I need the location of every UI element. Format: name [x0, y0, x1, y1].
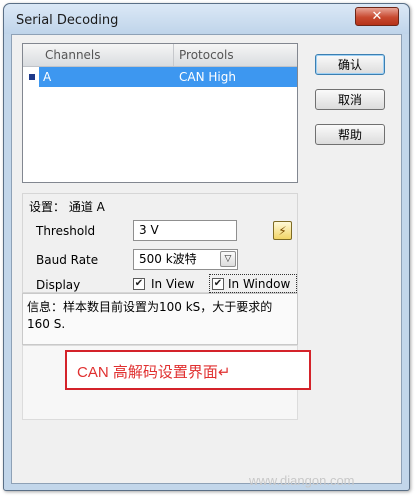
settings-group: 设置： 通道 A Threshold 3 V ⚡ Baud Rate 500 k… [22, 193, 298, 293]
in-window-label: In Window [228, 277, 291, 291]
cell-channel: A [43, 70, 52, 84]
display-label: Display [36, 278, 81, 292]
column-header-channels[interactable]: Channels [45, 48, 101, 62]
table-header: Channels Protocols [23, 44, 297, 67]
close-icon: ✕ [371, 9, 383, 24]
in-window-checkbox[interactable]: ✔ [212, 278, 224, 290]
channels-table[interactable]: Channels Protocols A CAN High [22, 43, 298, 183]
ok-button[interactable]: 确认 [315, 54, 385, 75]
caption-box: CAN 高解码设置界面↵ [65, 350, 311, 390]
info-panel: 信息：样本数目前设置为100 kS，大于要求的160 S. [22, 293, 298, 345]
column-header-protocols[interactable]: Protocols [179, 48, 234, 62]
wand-icon: ⚡ [278, 223, 287, 238]
window-title: Serial Decoding [16, 13, 119, 28]
close-button[interactable]: ✕ [355, 7, 399, 26]
watermark-text: www.diangon.com [249, 473, 355, 488]
chevron-down-icon[interactable]: ▽ [220, 251, 236, 267]
dialog-client-area: Channels Protocols A CAN High 确认 取消 帮助 设… [11, 34, 402, 484]
baud-rate-value: 500 k波特 [139, 252, 197, 266]
baud-rate-label: Baud Rate [36, 253, 99, 267]
column-divider[interactable] [173, 44, 174, 66]
caption-text: CAN 高解码设置界面↵ [77, 364, 231, 381]
threshold-input[interactable]: 3 V [133, 220, 237, 241]
table-row[interactable]: A CAN High [39, 67, 297, 87]
auto-threshold-button[interactable]: ⚡ [273, 221, 292, 240]
baud-rate-select[interactable]: 500 k波特 ▽ [133, 249, 238, 270]
row-indicator-icon [29, 74, 35, 80]
threshold-label: Threshold [36, 224, 96, 238]
help-button[interactable]: 帮助 [315, 124, 385, 145]
title-bar: Serial Decoding ✕ [4, 4, 409, 34]
in-view-label: In View [151, 277, 195, 291]
cell-protocol: CAN High [179, 70, 236, 84]
settings-heading: 设置： 通道 A [29, 200, 105, 214]
info-message: 信息：样本数目前设置为100 kS，大于要求的160 S. [27, 300, 273, 331]
cancel-button[interactable]: 取消 [315, 89, 385, 110]
serial-decoding-window: Serial Decoding ✕ Channels Protocols A C… [3, 3, 410, 491]
in-view-checkbox[interactable]: ✔ [133, 278, 145, 290]
